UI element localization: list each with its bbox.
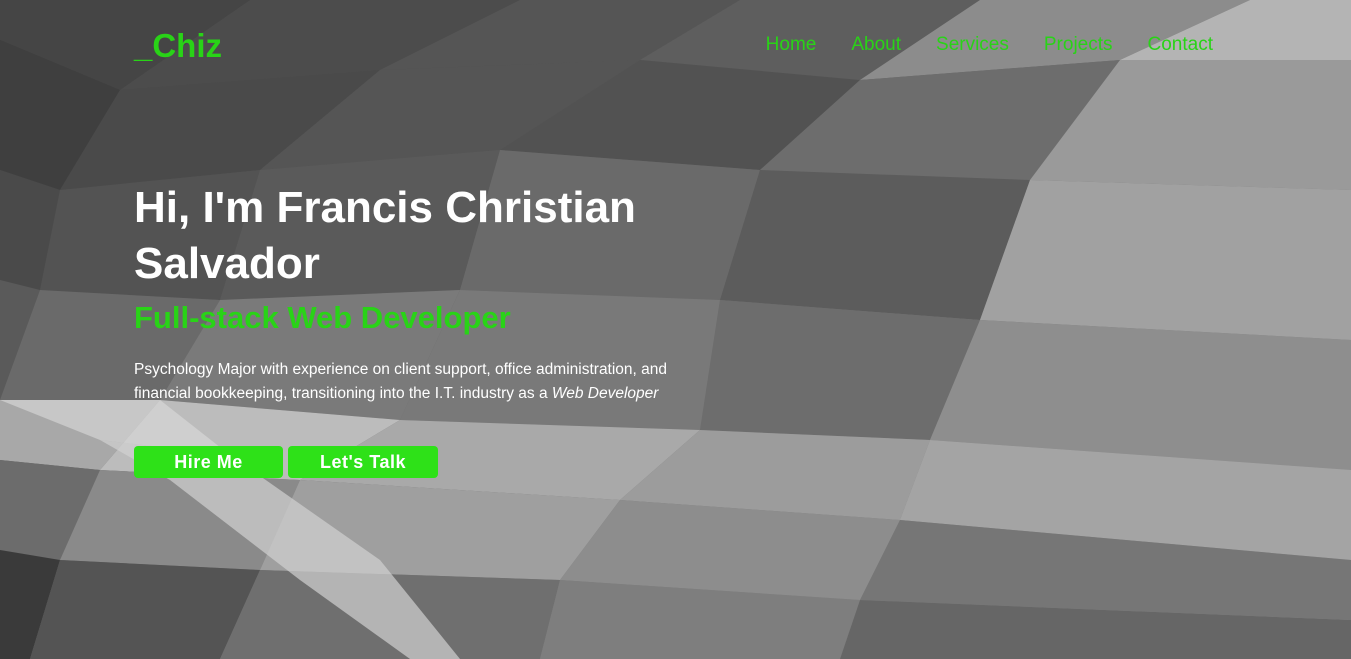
nav-item-projects[interactable]: Projects xyxy=(1044,33,1113,57)
nav-item-contact[interactable]: Contact xyxy=(1148,33,1213,57)
hero-headline: Hi, I'm Francis Christian Salvador xyxy=(134,183,636,288)
hero-description-emphasis: Web Developer xyxy=(551,385,659,402)
main-nav: Home About Services Projects Contact xyxy=(766,33,1213,57)
nav-item-services[interactable]: Services xyxy=(936,33,1009,57)
hero-section: _Chiz Home About Services Projects Conta… xyxy=(0,0,1351,659)
nav-item-home[interactable]: Home xyxy=(766,33,817,57)
hire-me-button[interactable]: Hire Me xyxy=(134,446,283,478)
hero-description: Psychology Major with experience on clie… xyxy=(134,358,714,406)
lets-talk-button[interactable]: Let's Talk xyxy=(288,446,438,478)
logo[interactable]: _Chiz xyxy=(134,26,222,66)
nav-item-about[interactable]: About xyxy=(851,33,901,57)
hero-subtitle: Full-stack Web Developer xyxy=(134,300,511,335)
